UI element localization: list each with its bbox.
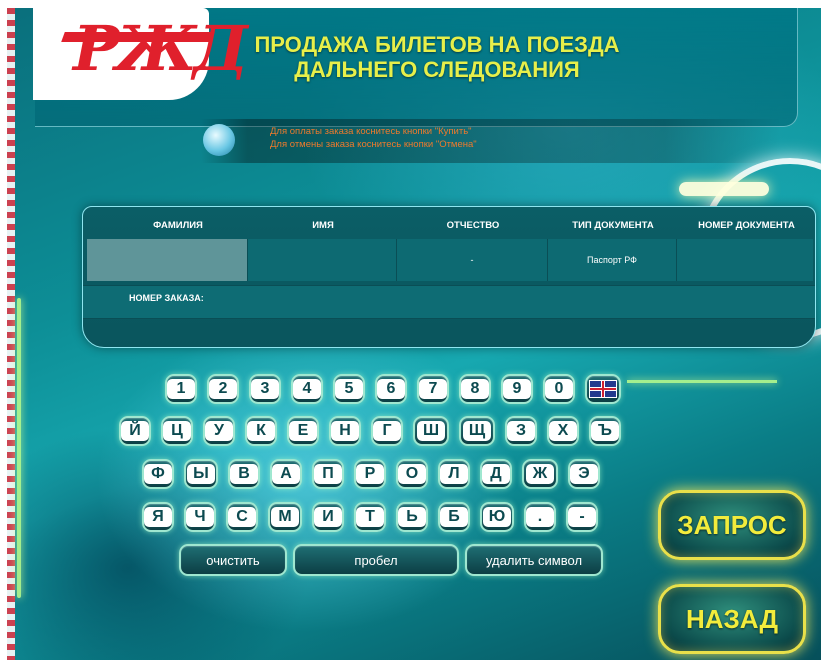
key-а[interactable]: А xyxy=(270,459,302,489)
key-0[interactable]: 0 xyxy=(543,374,575,404)
key-т[interactable]: Т xyxy=(354,502,386,532)
key-dot[interactable]: . xyxy=(524,502,556,532)
key-э[interactable]: Э xyxy=(568,459,600,489)
col-surname: ФАМИЛИЯ xyxy=(153,220,203,231)
key-н[interactable]: Н xyxy=(329,416,361,446)
logo-text: РЖД xyxy=(73,12,248,85)
key-9[interactable]: 9 xyxy=(501,374,533,404)
key-1[interactable]: 1 xyxy=(165,374,197,404)
key-е[interactable]: Е xyxy=(287,416,319,446)
key-8[interactable]: 8 xyxy=(459,374,491,404)
key-6[interactable]: 6 xyxy=(375,374,407,404)
key-3[interactable]: 3 xyxy=(249,374,281,404)
uk-flag-icon xyxy=(589,380,617,398)
key-ч[interactable]: Ч xyxy=(184,502,216,532)
key-ш[interactable]: Ш xyxy=(413,416,449,446)
key-ж[interactable]: Ж xyxy=(522,459,558,489)
key-dash[interactable]: - xyxy=(566,502,598,532)
key-п[interactable]: П xyxy=(312,459,344,489)
cell-name[interactable] xyxy=(248,239,397,281)
request-button[interactable]: ЗАПРОС xyxy=(658,490,806,560)
passenger-table: ФАМИЛИЯ ИМЯ ОТЧЕСТВО ТИП ДОКУМЕНТА НОМЕР… xyxy=(82,206,816,348)
cell-patronymic[interactable]: - xyxy=(397,239,548,281)
key-х[interactable]: Х xyxy=(547,416,579,446)
key-у[interactable]: У xyxy=(203,416,235,446)
key-щ[interactable]: Щ xyxy=(459,416,495,446)
col-name: ИМЯ xyxy=(312,220,334,231)
clear-button[interactable]: очистить xyxy=(179,544,287,576)
key-л[interactable]: Л xyxy=(438,459,470,489)
page-title: ПРОДАЖА БИЛЕТОВ НА ПОЕЗДА ДАЛЬНЕГО СЛЕДО… xyxy=(227,32,647,82)
col-doc-type: ТИП ДОКУМЕНТА xyxy=(572,220,654,231)
glow-line-left xyxy=(17,298,21,598)
cell-surname[interactable] xyxy=(87,239,248,281)
key-7[interactable]: 7 xyxy=(417,374,449,404)
key-р[interactable]: Р xyxy=(354,459,386,489)
kiosk-background: РЖД ПРОДАЖА БИЛЕТОВ НА ПОЕЗДА ДАЛЬНЕГО С… xyxy=(7,8,821,660)
col-patronymic: ОТЧЕСТВО xyxy=(446,220,500,231)
back-button[interactable]: НАЗАД xyxy=(658,584,806,654)
key-4[interactable]: 4 xyxy=(291,374,323,404)
cell-doc-type[interactable]: Паспорт РФ xyxy=(548,239,677,281)
key-в[interactable]: В xyxy=(228,459,260,489)
key-м[interactable]: М xyxy=(268,502,302,532)
key-ю[interactable]: Ю xyxy=(480,502,514,532)
col-doc-number: НОМЕР ДОКУМЕНТА xyxy=(698,220,795,231)
info-globe-icon xyxy=(203,124,235,156)
key-ц[interactable]: Ц xyxy=(161,416,193,446)
key-й[interactable]: Й xyxy=(119,416,151,446)
key-ы[interactable]: Ы xyxy=(184,459,218,489)
key-ъ[interactable]: Ъ xyxy=(589,416,621,446)
glow-line-right xyxy=(627,380,777,383)
space-button[interactable]: пробел xyxy=(293,544,459,576)
language-switch-button[interactable] xyxy=(585,374,621,404)
key-5[interactable]: 5 xyxy=(333,374,365,404)
decorative-strip xyxy=(7,8,15,660)
info-line-pay: Для оплаты заказа коснитесь кнопки "Купи… xyxy=(270,126,472,137)
key-г[interactable]: Г xyxy=(371,416,403,446)
key-ь[interactable]: Ь xyxy=(396,502,428,532)
cell-doc-number[interactable] xyxy=(677,239,813,281)
key-о[interactable]: О xyxy=(396,459,428,489)
key-д[interactable]: Д xyxy=(480,459,512,489)
key-к[interactable]: К xyxy=(245,416,277,446)
title-line-1: ПРОДАЖА БИЛЕТОВ НА ПОЕЗДА xyxy=(254,32,620,57)
order-number-label: НОМЕР ЗАКАЗА: xyxy=(129,293,204,303)
rzd-logo: РЖД xyxy=(33,8,248,100)
kiosk-screen: РЖД ПРОДАЖА БИЛЕТОВ НА ПОЕЗДА ДАЛЬНЕГО С… xyxy=(0,0,830,665)
key-и[interactable]: И xyxy=(312,502,344,532)
key-с[interactable]: С xyxy=(226,502,258,532)
decorative-glow xyxy=(679,182,769,196)
key-я[interactable]: Я xyxy=(142,502,174,532)
key-2[interactable]: 2 xyxy=(207,374,239,404)
info-line-cancel: Для отмены заказа коснитесь кнопки "Отме… xyxy=(270,139,477,150)
delete-char-button[interactable]: удалить символ xyxy=(465,544,603,576)
key-б[interactable]: Б xyxy=(438,502,470,532)
key-з[interactable]: З xyxy=(505,416,537,446)
title-line-2: ДАЛЬНЕГО СЛЕДОВАНИЯ xyxy=(294,57,580,82)
key-ф[interactable]: Ф xyxy=(142,459,174,489)
